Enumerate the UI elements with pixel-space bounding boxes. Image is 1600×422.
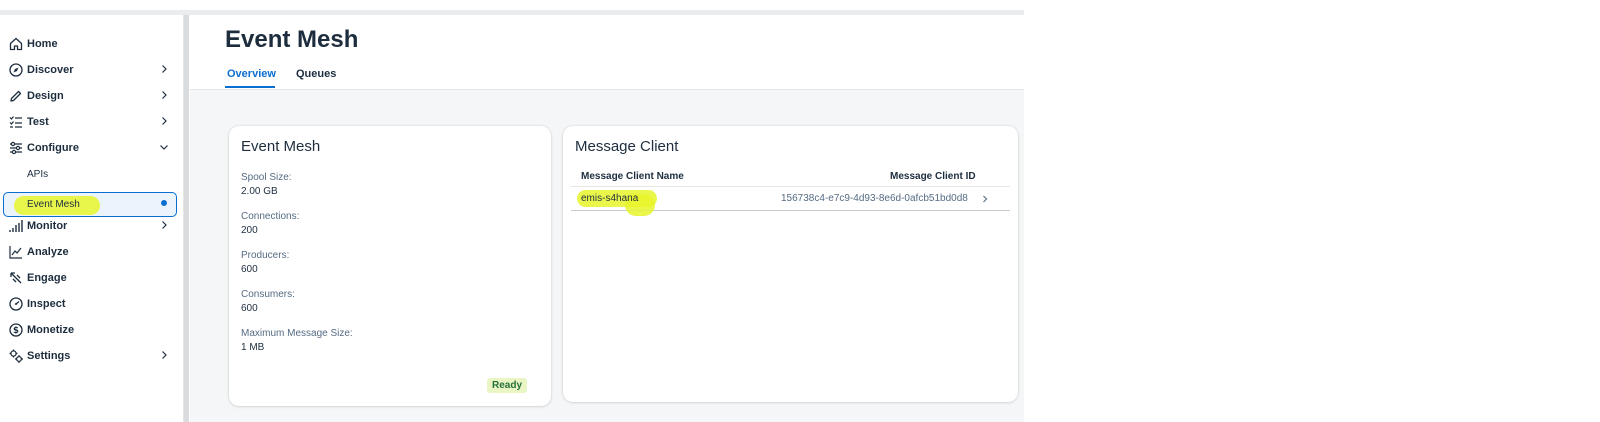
message-client-card: Message Client Message Client Name Messa… (563, 126, 1018, 402)
max-message-size-label: Maximum Message Size: (241, 328, 353, 339)
sidebar-item-label: Analyze (27, 246, 69, 258)
page-header: Event Mesh Overview Queues (190, 15, 1024, 90)
pencil-icon (10, 90, 22, 102)
chevron-right-icon (162, 221, 167, 229)
line-chart-icon (9, 246, 22, 259)
sidebar-subitem-label: APIs (27, 168, 49, 180)
sidebar-subitem-label: Event Mesh (27, 199, 80, 210)
sidebar-item-label: Design (27, 90, 64, 102)
sidebar-item-design[interactable]: Design (0, 83, 184, 109)
sidebar-item-label: Monetize (27, 324, 75, 336)
sidebar-item-label: Discover (27, 64, 74, 76)
selected-indicator-dot (161, 200, 167, 206)
producers-label: Producers: (241, 250, 290, 261)
home-icon (9, 37, 23, 51)
spool-size-label: Spool Size: (241, 172, 292, 183)
message-client-id-cell: 156738c4-e7c9-4d93-8e6d-0afcb51bd0d8 (781, 193, 968, 204)
chevron-right-icon (162, 117, 167, 125)
card-title: Message Client (575, 138, 679, 155)
sidebar-item-monetize[interactable]: $ Monetize (0, 317, 184, 343)
top-strip (0, 0, 1024, 15)
chevron-right-icon (162, 351, 167, 359)
sidebar-item-settings[interactable]: Settings (0, 343, 184, 369)
chevron-down-icon (160, 145, 168, 150)
card-title: Event Mesh (241, 138, 321, 155)
max-message-size-value: 1 MB (241, 342, 265, 353)
engage-icon (10, 272, 22, 284)
chevron-right-icon (162, 91, 167, 99)
gears-icon (9, 349, 23, 363)
consumers-label: Consumers: (241, 289, 295, 300)
bar-chart-icon (9, 220, 23, 232)
sidebar-item-discover[interactable]: Discover (0, 57, 184, 83)
chevron-right-icon (162, 65, 167, 73)
sidebar-item-inspect[interactable]: Inspect (0, 291, 184, 317)
sidebar-item-configure[interactable]: Configure (0, 135, 184, 161)
tab-queues[interactable]: Queues (296, 68, 336, 80)
sidebar-item-analyze[interactable]: Analyze (0, 239, 184, 265)
sidebar-item-label: Engage (27, 272, 67, 284)
chevron-right-icon[interactable] (980, 194, 990, 204)
sidebar: Home Discover Design Test Configure APIs… (0, 15, 184, 422)
sidebar-item-label: Settings (27, 350, 71, 362)
gauge-icon (9, 297, 23, 311)
svg-text:$: $ (13, 326, 19, 336)
active-tab-indicator (225, 86, 275, 88)
sidebar-subitem-apis[interactable]: APIs (0, 161, 184, 187)
sidebar-item-engage[interactable]: Engage (0, 265, 184, 291)
message-client-name-cell: emis-s4hana (581, 193, 639, 204)
sidebar-item-label: Test (27, 116, 49, 128)
column-header-name: Message Client Name (581, 171, 684, 182)
checklist-icon (9, 116, 22, 128)
sidebar-item-home[interactable]: Home (0, 31, 184, 57)
event-mesh-card: Event Mesh Spool Size: 2.00 GB Connectio… (229, 126, 551, 406)
sliders-icon (10, 141, 22, 155)
connections-value: 200 (241, 225, 258, 236)
sidebar-item-test[interactable]: Test (0, 109, 184, 135)
sidebar-item-label: Configure (27, 142, 79, 154)
spool-size-value: 2.00 GB (241, 186, 278, 197)
sidebar-item-label: Home (27, 38, 58, 50)
column-header-id: Message Client ID (890, 171, 976, 182)
tab-overview[interactable]: Overview (227, 68, 276, 80)
consumers-value: 600 (241, 303, 258, 314)
sidebar-item-label: Monitor (27, 220, 68, 232)
page-title: Event Mesh (225, 26, 359, 53)
compass-icon (9, 63, 23, 77)
dollar-icon: $ (9, 323, 23, 337)
connections-label: Connections: (241, 211, 300, 222)
sidebar-item-label: Inspect (27, 298, 66, 310)
status-badge: Ready (487, 378, 527, 393)
sidebar-scrollbar[interactable] (184, 15, 189, 422)
producers-value: 600 (241, 264, 258, 275)
